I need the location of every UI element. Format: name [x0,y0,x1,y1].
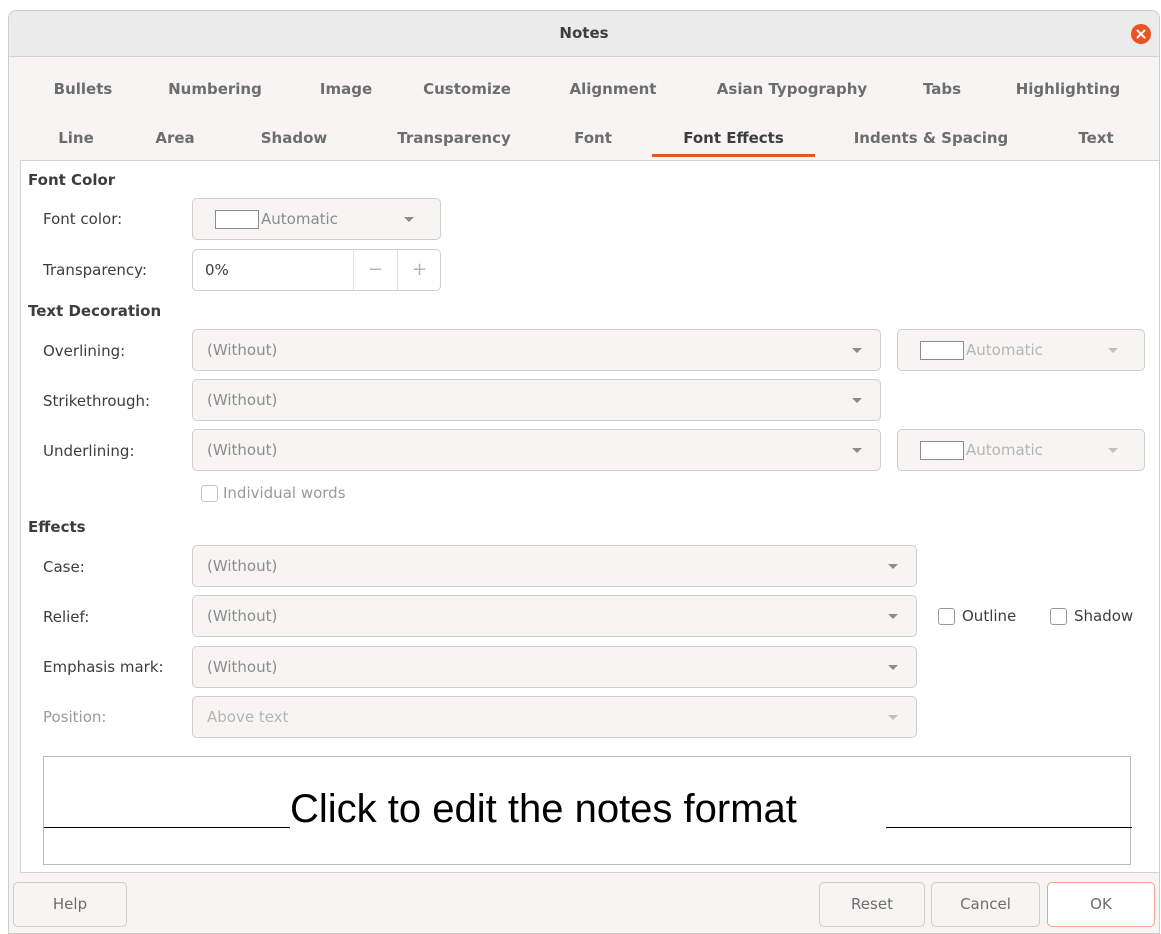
tab-bullets[interactable]: Bullets [39,72,127,108]
underlining-color-swatch [920,441,964,460]
dialog-title: Notes [559,24,609,42]
minus-icon[interactable]: − [353,250,397,290]
reset-button[interactable]: Reset [819,882,925,927]
position-value: Above text [207,708,289,726]
tab-font[interactable]: Font [557,121,629,157]
ok-button[interactable]: OK [1047,882,1155,927]
title-bar: Notes [9,11,1159,57]
section-font-color: Font Color [28,171,116,189]
underlining-color-dropdown[interactable]: Automatic [897,429,1145,471]
preview-line-left [44,827,290,828]
tab-transparency[interactable]: Transparency [387,121,521,157]
tab-line[interactable]: Line [45,121,107,157]
relief-label: Relief: [43,608,90,626]
strikethrough-dropdown[interactable]: (Without) [192,379,881,421]
tab-text[interactable]: Text [1061,121,1131,157]
chevron-down-icon [888,665,898,670]
tab-area[interactable]: Area [139,121,211,157]
font-preview: Click to edit the notes format [43,756,1132,865]
preview-text: Click to edit the notes format [290,787,797,831]
case-label: Case: [43,558,85,576]
position-label: Position: [43,708,107,726]
tab-font-effects[interactable]: Font Effects [652,121,815,157]
tab-row-2: Line Area Shadow Transparency Font Font … [9,121,1159,157]
tab-alignment[interactable]: Alignment [555,72,671,108]
close-icon [1136,29,1146,39]
overlining-color-value: Automatic [966,341,1043,359]
relief-value: (Without) [207,607,278,625]
plus-icon[interactable]: + [397,250,441,290]
case-value: (Without) [207,557,278,575]
chevron-down-icon [888,564,898,569]
underlining-label: Underlining: [43,442,135,460]
tab-image[interactable]: Image [305,72,387,108]
strikethrough-label: Strikethrough: [43,392,151,410]
shadow-checkbox[interactable] [1050,608,1067,625]
relief-dropdown[interactable]: (Without) [192,595,917,637]
tab-customize[interactable]: Customize [411,72,523,108]
cancel-button[interactable]: Cancel [931,882,1040,927]
tab-tabs[interactable]: Tabs [907,72,977,108]
chevron-down-icon [852,398,862,403]
shadow-label: Shadow [1074,607,1134,625]
font-color-label: Font color: [43,210,123,228]
emphasis-mark-label: Emphasis mark: [43,658,164,676]
outline-checkbox[interactable] [938,608,955,625]
underlining-value: (Without) [207,441,278,459]
font-color-dropdown[interactable]: Automatic [192,198,441,240]
case-dropdown[interactable]: (Without) [192,545,917,587]
chevron-down-icon [404,217,414,222]
emphasis-mark-value: (Without) [207,658,278,676]
individual-words-label: Individual words [223,484,346,502]
overlining-color-swatch [920,341,964,360]
overlining-dropdown[interactable]: (Without) [192,329,881,371]
overlining-label: Overlining: [43,342,126,360]
chevron-down-icon [1108,448,1118,453]
preview-line-right [886,827,1132,828]
chevron-down-icon [1108,348,1118,353]
position-dropdown[interactable]: Above text [192,696,917,738]
tab-highlighting[interactable]: Highlighting [1003,72,1133,108]
close-button[interactable] [1131,24,1151,44]
individual-words-checkbox[interactable] [201,485,218,502]
font-color-value: Automatic [261,210,338,228]
tab-shadow[interactable]: Shadow [249,121,339,157]
notes-dialog: Notes Bullets Numbering Image Customize … [8,10,1160,934]
overlining-value: (Without) [207,341,278,359]
underlining-color-value: Automatic [966,441,1043,459]
section-text-decoration: Text Decoration [28,302,162,320]
help-button[interactable]: Help [13,882,127,927]
tab-asian-typography[interactable]: Asian Typography [701,72,883,108]
strikethrough-value: (Without) [207,391,278,409]
font-color-swatch [215,210,259,229]
underlining-dropdown[interactable]: (Without) [192,429,881,471]
section-effects: Effects [28,518,86,536]
transparency-spinbox[interactable]: 0% − + [192,249,441,291]
transparency-label: Transparency: [43,261,148,279]
tab-indents-spacing[interactable]: Indents & Spacing [845,121,1017,157]
outline-label: Outline [962,607,1017,625]
emphasis-mark-dropdown[interactable]: (Without) [192,646,917,688]
tab-row-1: Bullets Numbering Image Customize Alignm… [9,72,1159,108]
chevron-down-icon [888,715,898,720]
transparency-value: 0% [205,261,229,279]
tab-numbering[interactable]: Numbering [157,72,273,108]
chevron-down-icon [852,348,862,353]
chevron-down-icon [888,614,898,619]
chevron-down-icon [852,448,862,453]
overlining-color-dropdown[interactable]: Automatic [897,329,1145,371]
